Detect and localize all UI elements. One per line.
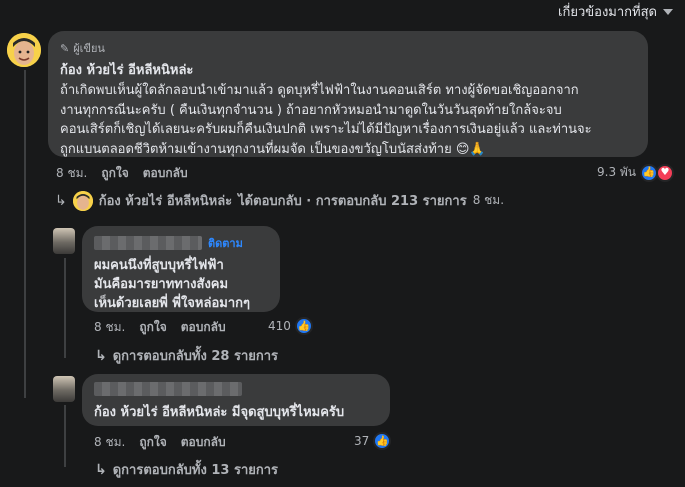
thread-line bbox=[24, 70, 26, 240]
comment-line: งานทุกกรณีนะครับ ( คืนเงินทุกจำนวน ) ถ้า… bbox=[60, 102, 562, 118]
avatar bbox=[72, 190, 93, 211]
reaction-summary[interactable]: 37 👍 bbox=[354, 432, 392, 450]
timestamp[interactable]: 8 ชม. bbox=[56, 164, 87, 183]
reaction-count: 9.3 พัน bbox=[597, 165, 637, 179]
thread-line bbox=[64, 258, 66, 358]
reaction-summary[interactable]: 410 👍 bbox=[268, 317, 313, 335]
follow-button[interactable]: ติดตาม bbox=[208, 234, 243, 252]
reaction-summary[interactable]: 9.3 พัน 👍 ♥ bbox=[597, 163, 675, 182]
view-replies-link[interactable]: ↳ ดูการตอบกลับทั้ง 13 รายการ bbox=[95, 459, 278, 480]
replies-summary[interactable]: ↳ ก้อง ห้วยไร่ อีหลีหนิหล่ะ ได้ตอบกลับ ·… bbox=[55, 190, 504, 211]
comment-line: ถูกแบนตลอดชีวิตห้ามเข้างานทุกงานที่ผมจัด… bbox=[60, 141, 486, 157]
avatar[interactable] bbox=[53, 376, 75, 402]
view-replies-label: ดูการตอบกลับทั้ง 28 รายการ bbox=[112, 349, 279, 364]
thread-line bbox=[24, 238, 26, 398]
timestamp[interactable]: 8 ชม. bbox=[94, 318, 125, 337]
comment-line: คอนเสิร์ตก็เชิญได้เลยนะครับผมก็คืนเงินปก… bbox=[60, 122, 592, 137]
reply-arrow-icon: ↳ bbox=[95, 461, 107, 478]
comment-bubble: ก้อง ห้วยไร่ อีหลีหนิหล่ะ มีจุดสูบบุหรี่… bbox=[82, 374, 390, 426]
view-replies-label: ดูการตอบกลับทั้ง 13 รายการ bbox=[112, 463, 279, 478]
reaction-count: 410 bbox=[268, 319, 291, 333]
comment-bubble: ติดตาม ผมคนนึงที่สูบบุหรี่ไฟฟ้า มันคือมา… bbox=[82, 226, 280, 312]
like-button[interactable]: ถูกใจ bbox=[139, 433, 166, 452]
reaction-count: 37 bbox=[354, 434, 370, 448]
pencil-icon: ✎ bbox=[60, 41, 70, 55]
caret-down-icon bbox=[663, 8, 673, 15]
reply-summary-name: ก้อง ห้วยไร่ อีหลีหนิหล่ะ bbox=[98, 194, 233, 209]
comment-text: ถ้าเกิดพบเห็นผู้ใดลักลอบนำเข้ามาแล้ว ดูด… bbox=[60, 81, 636, 159]
like-button[interactable]: ถูกใจ bbox=[139, 318, 166, 337]
comment-line: ผมคนนึงที่สูบบุหรี่ไฟฟ้า bbox=[94, 258, 224, 273]
comment-text: ผมคนนึงที่สูบบุหรี่ไฟฟ้า มันคือมารยาททาง… bbox=[94, 256, 268, 313]
avatar[interactable] bbox=[53, 228, 75, 254]
comment-actions: 8 ชม. ถูกใจ ตอบกลับ bbox=[94, 318, 226, 337]
reply-summary-text: ได้ตอบกลับ · การตอบกลับ 213 รายการ bbox=[238, 194, 467, 209]
view-replies-link[interactable]: ↳ ดูการตอบกลับทั้ง 28 รายการ bbox=[95, 345, 278, 366]
reply-button[interactable]: ตอบกลับ bbox=[143, 164, 188, 183]
comment-line: เห็นด้วยเลยพี่ พี่ใจหล่อมากๆ bbox=[94, 296, 250, 311]
comment-line: ถ้าเกิดพบเห็นผู้ใดลักลอบนำเข้ามาแล้ว ดูด… bbox=[60, 83, 579, 98]
reply-summary-time: 8 ชม. bbox=[472, 193, 505, 207]
author-badge: ✎ ผู้เขียน bbox=[60, 39, 636, 57]
sort-dropdown[interactable]: เกี่ยวข้องมากที่สุด bbox=[558, 1, 673, 22]
comment-actions: 8 ชม. ถูกใจ ตอบกลับ bbox=[94, 433, 226, 452]
love-reaction-icon: ♥ bbox=[656, 163, 675, 182]
reply-button[interactable]: ตอบกลับ bbox=[181, 433, 226, 452]
author-badge-label: ผู้เขียน bbox=[73, 42, 105, 55]
thread-line bbox=[64, 405, 66, 467]
sort-label: เกี่ยวข้องมากที่สุด bbox=[558, 5, 657, 20]
like-reaction-icon: 👍 bbox=[373, 432, 392, 450]
reply-button[interactable]: ตอบกลับ bbox=[181, 318, 226, 337]
reply-arrow-icon: ↳ bbox=[55, 192, 67, 209]
commenter-name[interactable]: ก้อง ห้วยไร่ อีหลีหนิหล่ะ bbox=[60, 59, 636, 80]
timestamp[interactable]: 8 ชม. bbox=[94, 433, 125, 452]
comment-line: มันคือมารยาททางสังคม bbox=[94, 277, 229, 292]
comment-actions: 8 ชม. ถูกใจ ตอบกลับ bbox=[56, 164, 188, 183]
like-reaction-icon: 👍 bbox=[294, 317, 313, 335]
like-button[interactable]: ถูกใจ bbox=[101, 164, 128, 183]
commenter-name[interactable] bbox=[94, 382, 242, 396]
comment-text: ก้อง ห้วยไร่ อีหลีหนิหล่ะ มีจุดสูบบุหรี่… bbox=[94, 405, 345, 420]
reply-arrow-icon: ↳ bbox=[95, 347, 107, 364]
avatar[interactable] bbox=[7, 33, 41, 67]
comment-bubble: ✎ ผู้เขียน ก้อง ห้วยไร่ อีหลีหนิหล่ะ ถ้า… bbox=[48, 31, 648, 157]
commenter-name[interactable] bbox=[94, 236, 202, 250]
